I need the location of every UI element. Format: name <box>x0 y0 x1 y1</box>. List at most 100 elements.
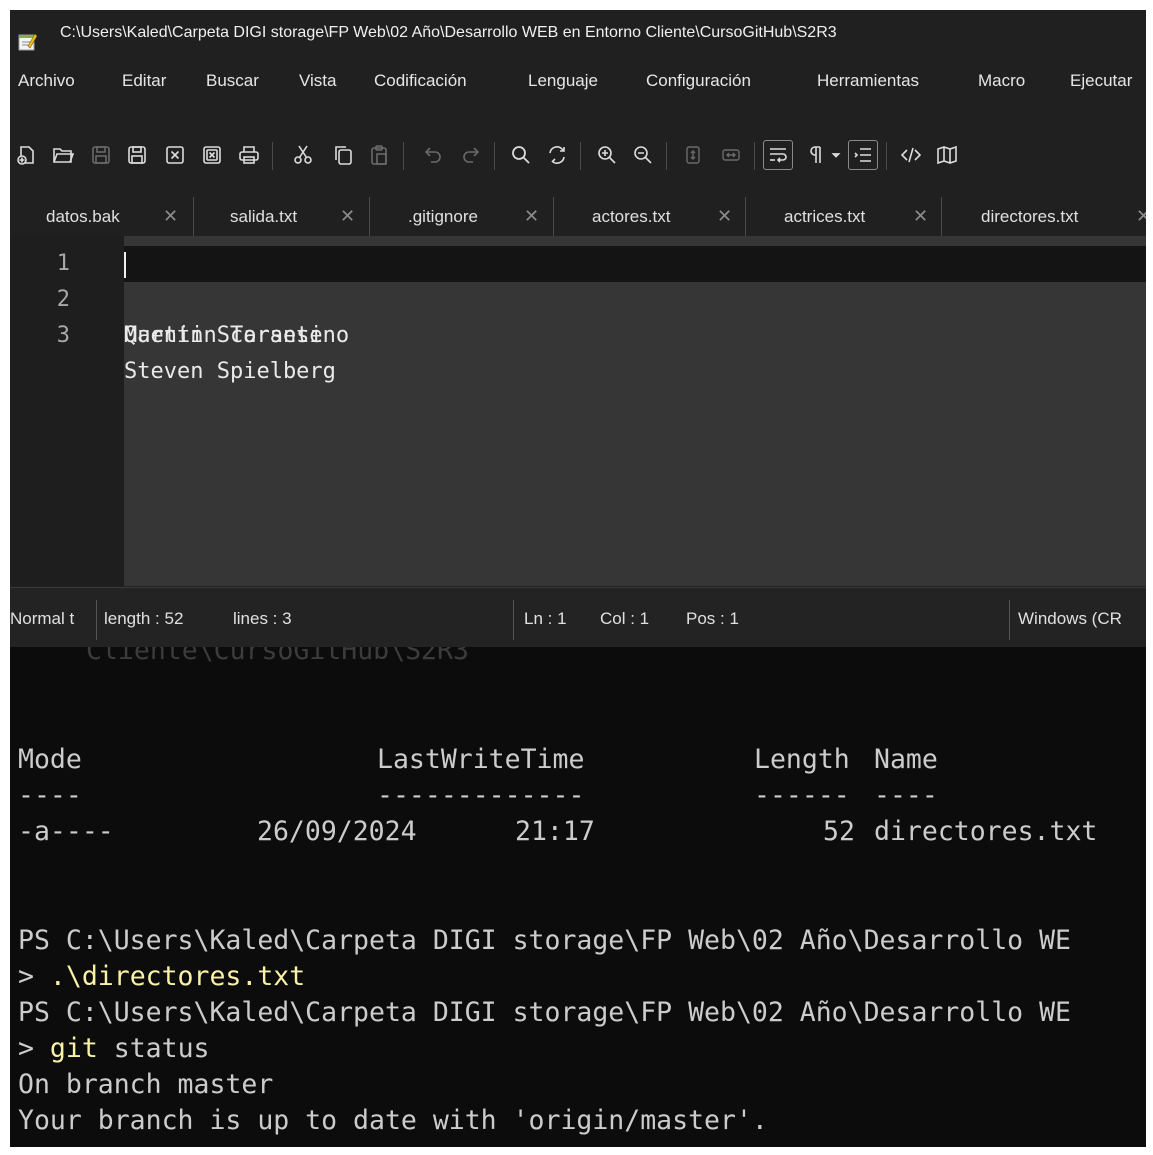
prompt-arrow: > <box>18 961 50 992</box>
redo-icon[interactable] <box>456 140 486 170</box>
close-icon[interactable]: ✕ <box>913 197 928 236</box>
close-all-icon[interactable] <box>197 140 227 170</box>
toolbar-separator <box>580 142 581 170</box>
cut-icon[interactable] <box>288 140 318 170</box>
document-map-icon[interactable] <box>932 140 962 170</box>
underline-lastwritetime: ------------- <box>377 780 585 811</box>
code-line[interactable]: Martin Scorsese <box>124 282 1146 348</box>
tab-label: directores.txt <box>981 207 1079 226</box>
underline-length: ------ <box>754 780 850 811</box>
status-pos: Pos : 1 <box>686 609 739 628</box>
status-separator <box>1009 600 1010 640</box>
command-line: > git status <box>18 1031 209 1067</box>
tab-label: salida.txt <box>230 207 298 226</box>
status-ln: Ln : 1 <box>524 609 567 628</box>
tab-label: actores.txt <box>592 207 671 226</box>
menu-configuracion[interactable]: Configuración <box>646 64 751 98</box>
menu-lenguaje[interactable]: Lenguaje <box>528 64 598 98</box>
paste-icon[interactable] <box>364 140 394 170</box>
terminal-partial-line: Cliente\CursoGitHub\S2R3 <box>86 647 469 666</box>
code-line[interactable]: Quentin Tarantino <box>124 246 1146 348</box>
underline-mode: ---- <box>18 780 82 811</box>
status-separator <box>96 600 97 640</box>
header-name: Name <box>874 744 938 775</box>
row-time: 21:17 <box>515 816 595 847</box>
terminal-output[interactable]: Cliente\CursoGitHub\S2R3 Mode LastWriteT… <box>10 647 1146 1147</box>
prompt-line: PS C:\Users\Kaled\Carpeta DIGI storage\F… <box>18 997 1071 1028</box>
close-icon[interactable] <box>160 140 190 170</box>
notepadpp-window: C:\Users\Kaled\Carpeta DIGI storage\FP W… <box>10 10 1146 647</box>
close-icon[interactable]: ✕ <box>524 197 539 236</box>
tab-label: actrices.txt <box>784 207 866 226</box>
xml-tag-icon[interactable] <box>896 140 926 170</box>
command-text: .\directores.txt <box>49 961 306 992</box>
row-length: 52 <box>823 816 855 847</box>
indent-guide-icon[interactable] <box>848 140 878 170</box>
status-col: Col : 1 <box>600 609 650 628</box>
close-icon[interactable]: ✕ <box>1136 197 1146 236</box>
zoom-out-icon[interactable] <box>628 140 658 170</box>
status-lines: lines : 3 <box>233 609 292 628</box>
prompt-line: PS C:\Users\Kaled\Carpeta DIGI storage\F… <box>18 925 1071 956</box>
chevron-down-icon[interactable] <box>826 140 846 170</box>
screenshot-frame: C:\Users\Kaled\Carpeta DIGI storage\FP W… <box>10 10 1146 1147</box>
sync-horizontal-icon[interactable] <box>716 140 746 170</box>
header-mode: Mode <box>18 744 82 775</box>
tab-label: .gitignore <box>408 207 478 226</box>
tab-actrices-txt[interactable]: actrices.txt ✕ <box>746 197 942 236</box>
underline-name: ---- <box>874 780 938 811</box>
tab-bar: datos.bak ✕ salida.txt ✕ .gitignore ✕ ac… <box>10 197 1146 237</box>
prompt-arrow: > <box>18 1033 50 1064</box>
close-icon[interactable]: ✕ <box>340 197 355 236</box>
row-name: directores.txt <box>874 816 1098 847</box>
open-folder-icon[interactable] <box>48 140 78 170</box>
tab-actores-txt[interactable]: actores.txt ✕ <box>554 197 746 236</box>
sync-vertical-icon[interactable] <box>678 140 708 170</box>
copy-icon[interactable] <box>328 140 358 170</box>
menu-herramientas[interactable]: Herramientas <box>817 64 919 98</box>
header-length: Length <box>754 744 850 775</box>
find-icon[interactable] <box>506 140 536 170</box>
menu-vista[interactable]: Vista <box>299 64 337 98</box>
word-wrap-icon[interactable] <box>763 140 793 170</box>
command-keyword: git <box>49 1033 98 1064</box>
menu-editar[interactable]: Editar <box>122 64 166 98</box>
menu-codificacion[interactable]: Codificación <box>374 64 467 98</box>
row-mode: -a---- <box>18 816 114 847</box>
undo-icon[interactable] <box>418 140 448 170</box>
menu-macro[interactable]: Macro <box>978 64 1025 98</box>
code-line[interactable]: Steven Spielberg <box>124 318 1146 384</box>
save-icon[interactable] <box>86 140 116 170</box>
replace-icon[interactable] <box>542 140 572 170</box>
status-eol[interactable]: Windows (CR <box>1018 588 1122 647</box>
tab-datos-bak[interactable]: datos.bak ✕ <box>10 197 194 236</box>
tab-gitignore[interactable]: .gitignore ✕ <box>370 197 554 236</box>
toolbar-separator <box>666 142 667 170</box>
menu-bar: Archivo Editar Buscar Vista Codificación… <box>10 64 1146 98</box>
line-number-gutter: 1 2 3 <box>10 236 124 586</box>
print-icon[interactable] <box>234 140 264 170</box>
zoom-in-icon[interactable] <box>592 140 622 170</box>
tab-directores-txt[interactable]: directores.txt ✕ <box>942 197 1146 236</box>
window-title: C:\Users\Kaled\Carpeta DIGI storage\FP W… <box>60 24 837 41</box>
output-line: On branch master <box>18 1069 274 1100</box>
row-date: 26/09/2024 <box>257 816 417 847</box>
new-file-icon[interactable] <box>12 140 42 170</box>
close-icon[interactable]: ✕ <box>163 197 178 236</box>
toolbar-separator <box>272 142 273 170</box>
close-icon[interactable]: ✕ <box>717 197 732 236</box>
status-separator <box>513 600 514 640</box>
text-caret <box>124 252 126 278</box>
tab-salida-txt[interactable]: salida.txt ✕ <box>194 197 370 236</box>
output-line: Your branch is up to date with 'origin/m… <box>18 1105 768 1136</box>
editor-area[interactable]: 1 2 3 Quentin Tarantino Martin Scorsese … <box>10 236 1146 586</box>
command-line: > .\directores.txt <box>18 959 305 995</box>
tab-label: datos.bak <box>46 207 120 226</box>
save-all-icon[interactable] <box>122 140 152 170</box>
toolbar-separator <box>403 142 404 170</box>
status-length: length : 52 <box>104 609 184 628</box>
header-lastwritetime: LastWriteTime <box>377 744 585 775</box>
menu-buscar[interactable]: Buscar <box>206 64 259 98</box>
menu-archivo[interactable]: Archivo <box>18 64 75 98</box>
menu-ejecutar[interactable]: Ejecutar <box>1070 64 1132 98</box>
